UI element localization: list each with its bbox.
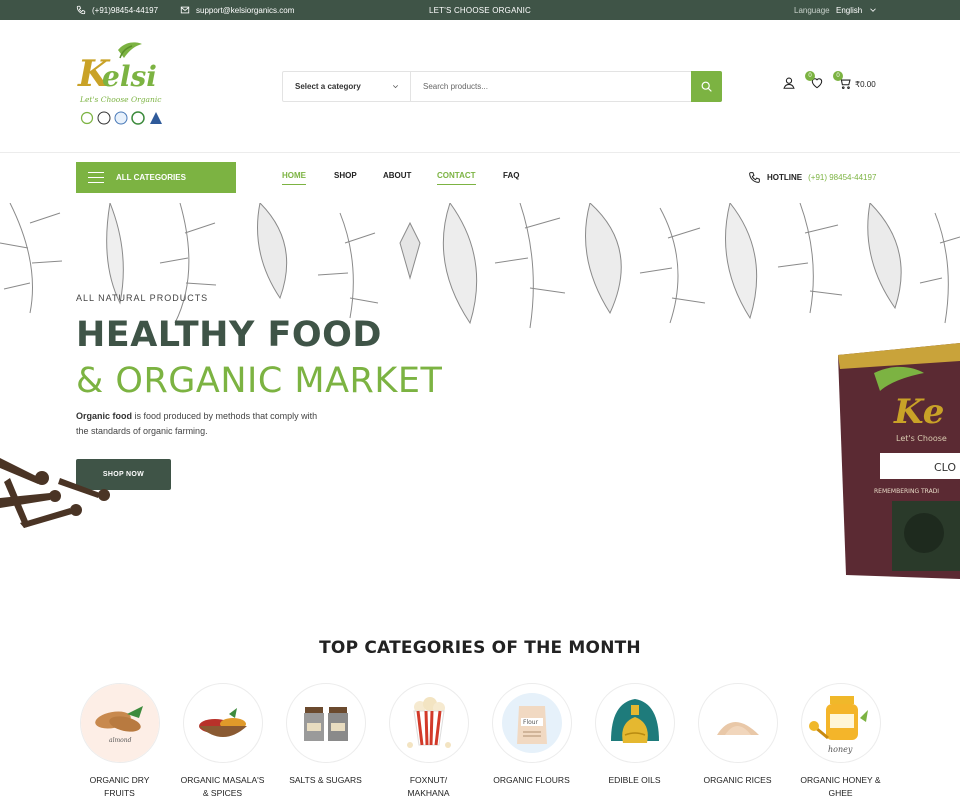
category-select[interactable]: Select a category	[283, 72, 411, 101]
cart-button[interactable]: 0	[833, 71, 852, 95]
category-salts-sugars[interactable]: SALTS & SUGARS	[274, 683, 377, 787]
top-bar: (+91)98454-44197 support@kelsiorganics.c…	[0, 0, 960, 20]
kelsi-logo[interactable]: K elsi Let's Choose Organic	[76, 40, 170, 130]
category-name: EDIBLE OILS	[608, 775, 661, 785]
category-edible-oils[interactable]: EDIBLE OILS	[583, 683, 686, 787]
nav-about[interactable]: ABOUT	[383, 171, 411, 184]
search-icon	[701, 81, 712, 92]
honey-jar-image: honey	[808, 696, 868, 754]
category-image	[285, 683, 366, 763]
svg-text:Ke: Ke	[893, 392, 944, 432]
category-image	[697, 683, 778, 763]
search-bar: Select a category	[282, 71, 722, 102]
svg-text:CLO: CLO	[934, 461, 956, 474]
jars-image	[303, 707, 348, 741]
flour-bag-image: Flour	[501, 693, 562, 753]
almond-label: almond	[109, 737, 132, 744]
category-foxnut-makhana[interactable]: FOXNUT/MAKHANA	[377, 683, 480, 800]
categories-title: TOP CATEGORIES OF THE MONTH	[319, 638, 641, 658]
honey-label: honey	[828, 745, 853, 754]
category-name: ORGANIC DRY FRUITS	[89, 775, 150, 798]
category-image: Flour	[491, 683, 572, 763]
svg-text:REMEMBERING TRADI: REMEMBERING TRADI	[874, 488, 939, 495]
site-header: K elsi Let's Choose Organic Select a cat…	[0, 20, 960, 153]
hero-eyebrow: ALL NATURAL PRODUCTS	[76, 293, 209, 303]
spices-image	[198, 708, 247, 737]
hero-desc-bold: Organic food	[76, 411, 132, 421]
search-button[interactable]	[691, 71, 722, 102]
category-name: ORGANIC FLOURS	[493, 775, 570, 785]
category-select-label: Select a category	[295, 82, 361, 91]
oil-bottle-image	[610, 699, 659, 743]
category-image	[182, 683, 263, 763]
category-name: SALTS & SUGARS	[289, 775, 362, 785]
hotline[interactable]: HOTLINE (+91) 98454-44197	[748, 171, 876, 184]
category-name: ORGANIC HONEY & GHEE	[800, 775, 881, 798]
flour-label: Flour	[523, 719, 539, 726]
category-name: ORGANIC RICES	[703, 775, 772, 785]
hotline-label: HOTLINE	[767, 173, 803, 182]
category-name: ORGANIC MASALA'S & SPICES	[180, 775, 265, 798]
category-image	[594, 683, 675, 763]
all-categories-label: ALL CATEGORIES	[116, 173, 186, 182]
nav-home[interactable]: HOME	[282, 171, 306, 185]
chevron-down-icon	[870, 8, 877, 12]
language-selector[interactable]: English	[836, 0, 878, 20]
hero-desc-line1: is food produced by methods that comply …	[132, 411, 318, 421]
search-input[interactable]	[411, 72, 691, 101]
almond-image: almond	[80, 684, 159, 762]
product-package-image: Ke Let's Choose CLO REMEMBERING TRADI	[838, 343, 960, 579]
language-value: English	[836, 5, 863, 15]
category-image: honey	[800, 683, 881, 763]
cloves-image	[0, 458, 110, 528]
account-button[interactable]	[782, 76, 796, 95]
hero-desc-line2: the standards of organic farming.	[76, 426, 208, 436]
hero-title-line1: HEALTHY FOOD	[76, 315, 382, 355]
category-image: almond	[79, 683, 160, 763]
main-nav: ALL CATEGORIES HOME SHOP ABOUT CONTACT F…	[0, 153, 960, 203]
cart-count-badge: 0	[833, 71, 843, 81]
nav-faq[interactable]: FAQ	[503, 171, 519, 184]
category-rices[interactable]: ORGANIC RICES	[686, 683, 789, 787]
wishlist-count-badge: 0	[805, 71, 815, 81]
hotline-number: (+91) 98454-44197	[808, 173, 877, 182]
nav-shop[interactable]: SHOP	[334, 171, 357, 184]
hero-description: Organic food is food produced by methods…	[76, 409, 356, 439]
hero-title-line2: & ORGANIC MARKET	[76, 361, 443, 401]
category-flours[interactable]: Flour ORGANIC FLOURS	[480, 683, 583, 787]
user-icon	[783, 77, 795, 89]
popcorn-image	[406, 697, 451, 748]
menu-icon	[88, 172, 104, 183]
phone-icon	[749, 172, 760, 183]
svg-text:Let's Choose Organic: Let's Choose Organic	[79, 95, 162, 104]
chevron-down-icon	[392, 85, 399, 89]
wishlist-button[interactable]: 0	[805, 71, 824, 95]
cart-total[interactable]: ₹0.00	[855, 80, 876, 89]
category-name: FOXNUT/MAKHANA	[407, 775, 450, 798]
svg-text:elsi: elsi	[102, 60, 157, 93]
category-honey-ghee[interactable]: honey ORGANIC HONEY & GHEE	[789, 683, 892, 800]
category-image	[388, 683, 469, 763]
category-masala-spices[interactable]: ORGANIC MASALA'S & SPICES	[171, 683, 274, 800]
language-label: Language	[794, 5, 830, 15]
rice-image	[716, 722, 759, 735]
leaf-pattern-background	[0, 203, 960, 329]
hero-banner: ALL NATURAL PRODUCTS HEALTHY FOOD & ORGA…	[0, 203, 960, 595]
nav-contact[interactable]: CONTACT	[437, 171, 476, 185]
all-categories-button[interactable]: ALL CATEGORIES	[76, 162, 236, 193]
svg-text:Let's Choose: Let's Choose	[896, 434, 947, 443]
category-dry-fruits[interactable]: almond ORGANIC DRY FRUITS	[68, 683, 171, 800]
